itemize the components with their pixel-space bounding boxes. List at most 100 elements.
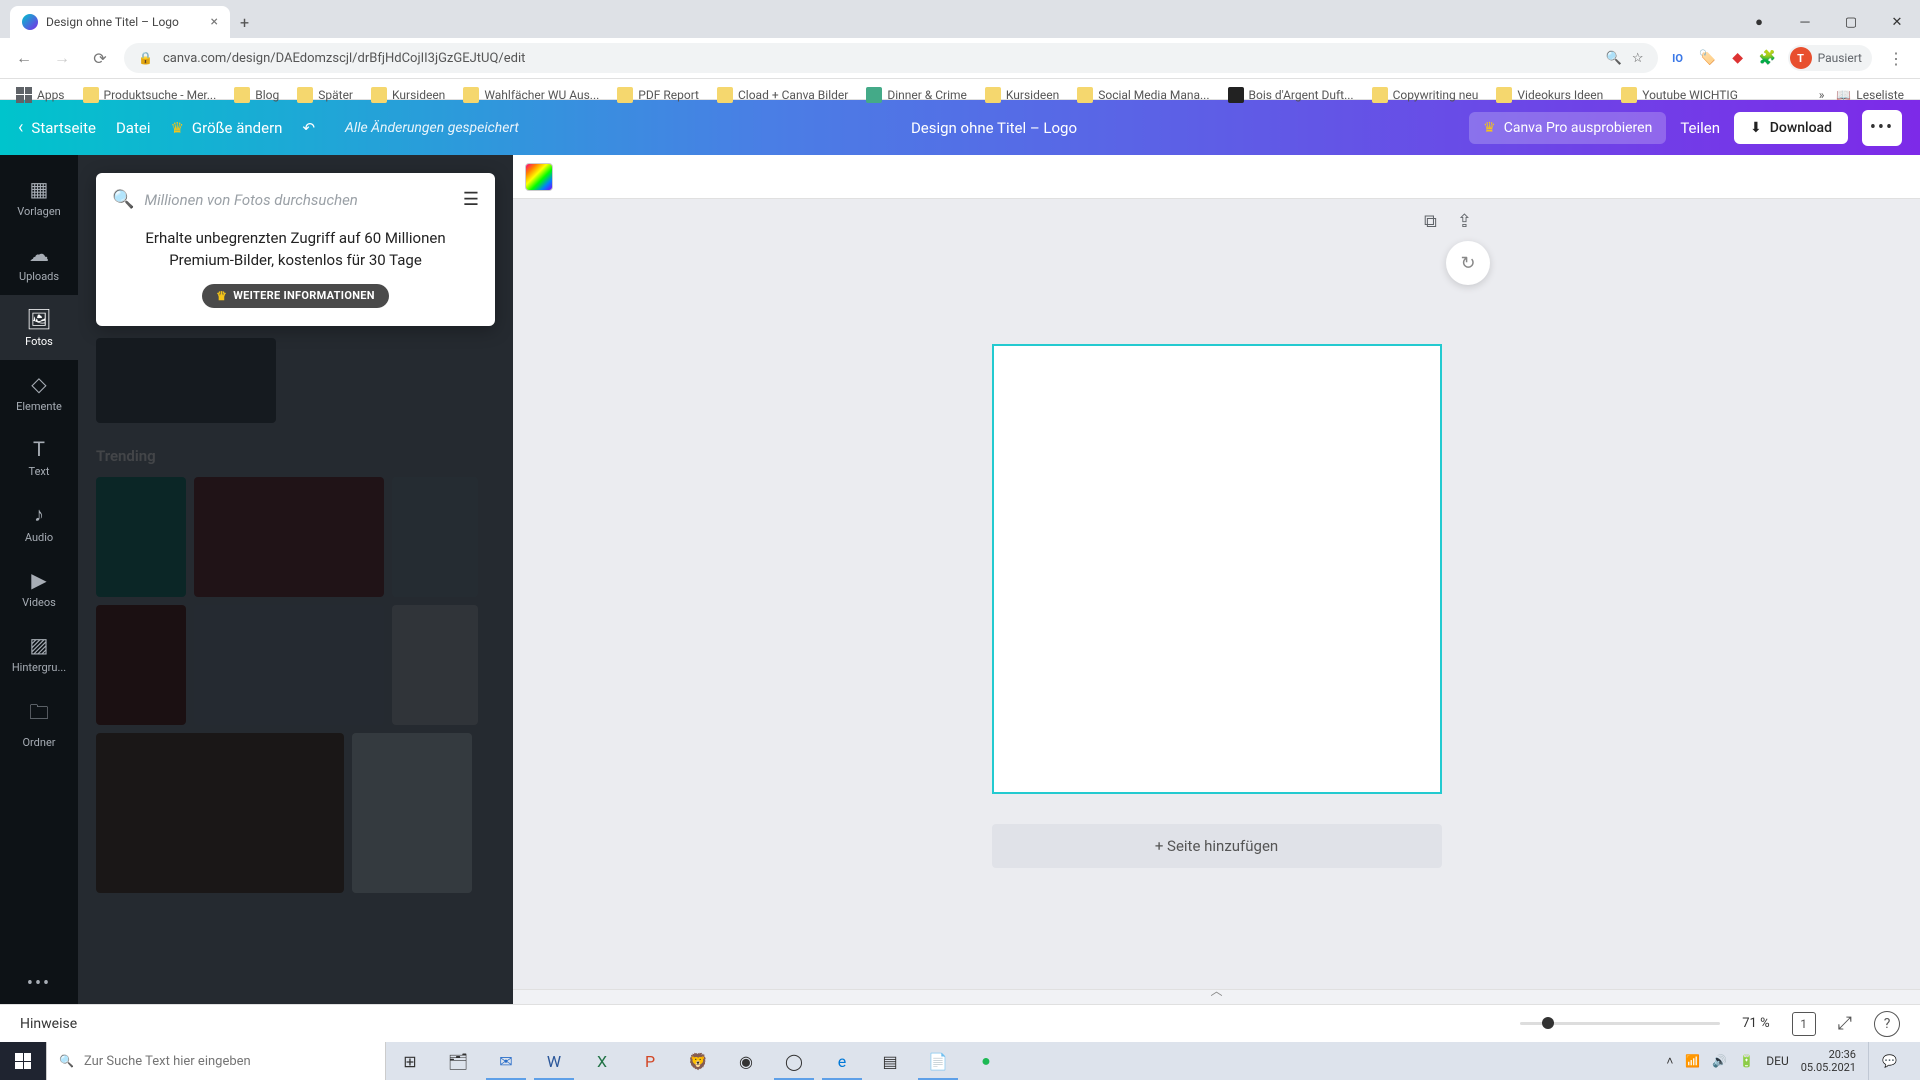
bookmark-item[interactable]: Bois d'Argent Duft... — [1222, 83, 1360, 107]
bookmark-item[interactable]: Kursideen — [979, 83, 1065, 107]
explorer-icon[interactable]: 🗂 — [434, 1042, 482, 1080]
forward-button[interactable]: → — [48, 44, 76, 72]
spotify-icon[interactable]: ● — [962, 1042, 1010, 1080]
photo-thumb[interactable] — [96, 477, 186, 597]
download-button[interactable]: ⬇ Download — [1734, 112, 1848, 144]
close-window-button[interactable]: ✕ — [1874, 6, 1920, 38]
edge-icon[interactable]: e — [818, 1042, 866, 1080]
photo-thumb[interactable] — [392, 605, 478, 725]
minimize-button[interactable]: ─ — [1782, 6, 1828, 38]
rail-uploads[interactable]: ☁Uploads — [0, 230, 78, 295]
powerpoint-icon[interactable]: P — [626, 1042, 674, 1080]
reload-button[interactable]: ⟳ — [86, 44, 114, 72]
clock[interactable]: 20:36 05.05.2021 — [1801, 1048, 1856, 1074]
photo-thumb[interactable] — [96, 733, 344, 893]
bookmark-item[interactable]: Youtube WICHTIG — [1615, 83, 1744, 107]
battery-icon[interactable]: 🔋 — [1739, 1054, 1754, 1068]
resize-button[interactable]: ♛ Größe ändern — [170, 119, 282, 137]
word-icon[interactable]: W — [530, 1042, 578, 1080]
try-pro-button[interactable]: ♛ Canva Pro ausprobieren — [1469, 112, 1666, 144]
bookmark-item[interactable]: Dinner & Crime — [860, 83, 973, 107]
wifi-icon[interactable]: 📶 — [1685, 1054, 1700, 1068]
zoom-slider[interactable] — [1520, 1022, 1720, 1025]
mail-icon[interactable]: ✉ — [482, 1042, 530, 1080]
app-icon[interactable]: ▤ — [866, 1042, 914, 1080]
apps-shortcut[interactable]: Apps — [10, 83, 71, 107]
background-color-swatch[interactable] — [525, 163, 553, 191]
profile-chip[interactable]: T Pausiert — [1788, 45, 1872, 71]
tray-chevron-up-icon[interactable]: ˄ — [1666, 1054, 1673, 1068]
brave-icon[interactable]: 🦁 — [674, 1042, 722, 1080]
rail-audio[interactable]: ♪Audio — [0, 490, 78, 556]
browser-tab[interactable]: Design ohne Titel – Logo × — [10, 6, 230, 38]
photo-thumb[interactable] — [194, 605, 384, 725]
filter-icon[interactable]: ☰ — [463, 189, 479, 210]
photo-thumb[interactable] — [96, 338, 276, 423]
close-tab-icon[interactable]: × — [211, 14, 218, 30]
excel-icon[interactable]: X — [578, 1042, 626, 1080]
chevron-up-icon[interactable]: ︿ — [1210, 982, 1222, 999]
volume-icon[interactable]: 🔊 — [1712, 1054, 1727, 1068]
ext-red-icon[interactable]: ◆ — [1728, 48, 1748, 68]
fullscreen-icon[interactable]: ⤢ — [1838, 1013, 1852, 1034]
rail-videos[interactable]: ▶Videos — [0, 556, 78, 621]
bookmark-item[interactable]: Wahlfächer WU Aus... — [457, 83, 605, 107]
share-button[interactable]: Teilen — [1680, 119, 1720, 137]
back-button[interactable]: ← — [10, 44, 38, 72]
page-options-icon[interactable]: ⇪ — [1457, 211, 1472, 232]
bookmark-item[interactable]: Blog — [228, 83, 285, 107]
horizontal-scrollbar[interactable]: ︿ — [513, 989, 1920, 1004]
notifications-icon[interactable]: 💬 — [1868, 1042, 1910, 1080]
task-view-icon[interactable]: ⊞ — [386, 1042, 434, 1080]
canvas-page[interactable] — [992, 344, 1442, 794]
rail-more-button[interactable]: ••• — [27, 973, 51, 1004]
photo-thumb[interactable] — [96, 605, 186, 725]
new-tab-button[interactable]: + — [230, 7, 259, 38]
regenerate-button[interactable]: ↻ — [1446, 241, 1490, 285]
star-bookmark-icon[interactable]: ☆ — [1632, 51, 1644, 66]
undo-button[interactable]: ↶ — [302, 119, 315, 137]
start-button[interactable] — [0, 1042, 46, 1080]
page-indicator[interactable]: 1 — [1792, 1012, 1816, 1036]
rail-photos[interactable]: 🖼Fotos — [0, 295, 78, 360]
bookmark-item[interactable]: Später — [291, 83, 359, 107]
taskbar-search-input[interactable] — [84, 1054, 373, 1069]
ext-io-icon[interactable]: IO — [1668, 48, 1688, 68]
rail-templates[interactable]: ▦Vorlagen — [0, 165, 78, 230]
taskbar-search[interactable]: 🔍 — [46, 1042, 386, 1080]
address-bar[interactable]: 🔒 canva.com/design/DAEdomzscjl/drBfjHdCo… — [124, 43, 1658, 73]
bookmark-item[interactable]: Produktsuche - Mer... — [77, 83, 223, 107]
bookmark-item[interactable]: Videokurs Ideen — [1490, 83, 1609, 107]
bookmark-item[interactable]: PDF Report — [611, 83, 705, 107]
photo-thumb[interactable] — [392, 477, 478, 597]
bookmarks-overflow-icon[interactable]: » — [1819, 88, 1825, 102]
chrome-menu-icon[interactable]: ⋮ — [1882, 44, 1910, 72]
rail-background[interactable]: ▨Hintergru... — [0, 621, 78, 686]
photo-thumb[interactable] — [194, 477, 384, 597]
zoom-indicator-icon[interactable]: 🔍 — [1606, 51, 1622, 66]
maximize-button[interactable]: ▢ — [1828, 6, 1874, 38]
account-dot-icon[interactable]: ● — [1736, 6, 1782, 38]
bookmark-item[interactable]: Social Media Mana... — [1071, 83, 1215, 107]
more-info-button[interactable]: ♛ WEITERE INFORMATIONEN — [202, 284, 389, 308]
extensions-puzzle-icon[interactable]: 🧩 — [1758, 48, 1778, 68]
notes-button[interactable]: Hinweise — [20, 1016, 77, 1032]
bookmark-item[interactable]: Cload + Canva Bilder — [711, 83, 854, 107]
duplicate-page-icon[interactable]: ⧉ — [1424, 211, 1437, 232]
bookmark-item[interactable]: Copywriting neu — [1366, 83, 1485, 107]
photo-search-input[interactable] — [144, 191, 452, 209]
obs-icon[interactable]: ◉ — [722, 1042, 770, 1080]
rail-elements[interactable]: ◇Elemente — [0, 360, 78, 425]
file-menu[interactable]: Datei — [116, 119, 151, 137]
zoom-value[interactable]: 71 % — [1742, 1016, 1769, 1031]
ext-tag-icon[interactable]: 🏷️ — [1698, 48, 1718, 68]
notepad-icon[interactable]: 📄 — [914, 1042, 962, 1080]
chrome-icon[interactable]: ◯ — [770, 1042, 818, 1080]
help-button[interactable]: ? — [1874, 1011, 1900, 1037]
photo-thumb[interactable] — [352, 733, 472, 893]
design-title[interactable]: Design ohne Titel – Logo — [911, 119, 1077, 137]
reading-list-button[interactable]: 📖 Leseliste — [1830, 84, 1910, 106]
rail-folders[interactable]: 🗀Ordner — [0, 686, 78, 761]
rail-text[interactable]: TText — [0, 425, 78, 490]
more-menu-button[interactable]: ••• — [1862, 110, 1902, 146]
